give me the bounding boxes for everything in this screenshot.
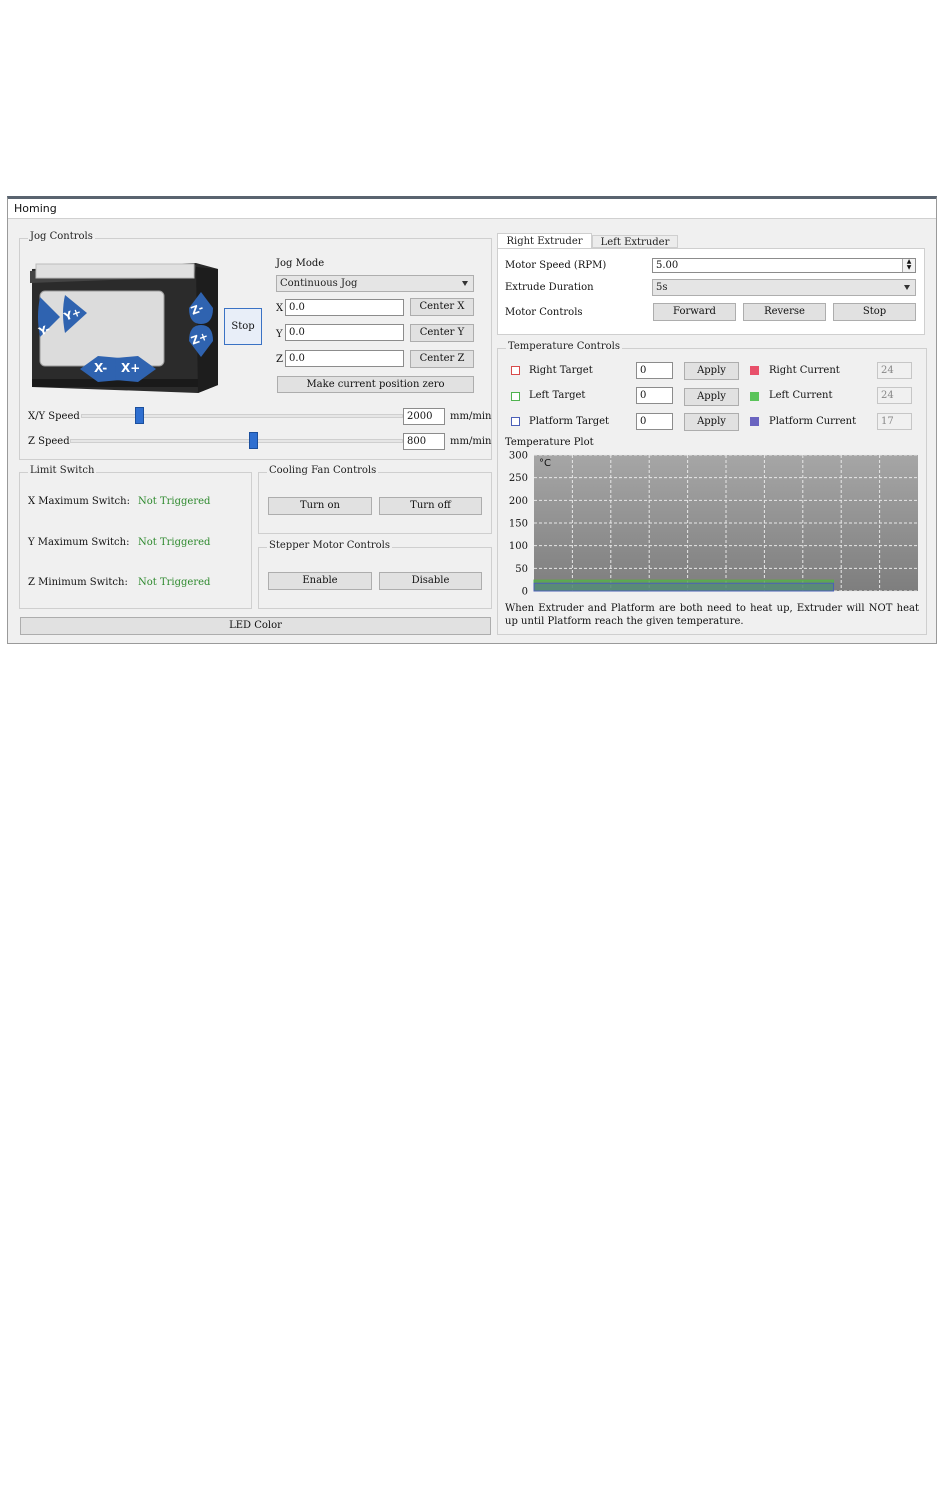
z-speed-slider-handle[interactable] [249,432,259,449]
right-apply-button[interactable]: Apply [684,362,739,380]
z-speed-unit: mm/min [450,436,492,447]
temperature-controls-title: Temperature Controls [506,341,622,352]
x-plus-label: X+ [121,361,141,375]
x-position-field[interactable]: 0.0 [285,299,404,316]
extrude-duration-select[interactable]: 5s [652,279,916,296]
platform-current-field: 17 [877,413,912,430]
center-z-button[interactable]: Center Z [410,350,474,368]
xy-speed-unit: mm/min [450,411,492,422]
jog-mode-value: Continuous Jog [280,278,358,289]
xy-speed-label: X/Y Speed [28,411,80,422]
motor-controls-label: Motor Controls [505,307,583,318]
right-current-label: Right Current [769,365,840,376]
left-target-field[interactable]: 0 [636,387,673,404]
z-speed-field[interactable]: 800 [403,433,445,450]
motor-speed-spinbox[interactable]: 5.00 ▲ ▼ [652,258,916,273]
xy-speed-slider-handle[interactable] [134,407,144,424]
temperature-plot: 300 250 200 150 100 50 0 °C [509,451,918,598]
y-max-switch-label: Y Maximum Switch: [28,537,130,548]
y-unit-label: °C [539,458,551,469]
spin-arrows-icon[interactable]: ▲ ▼ [902,259,915,272]
led-color-button[interactable]: LED Color [20,617,491,635]
limit-switch-title: Limit Switch [28,465,97,476]
y-tick-label: 50 [515,564,528,575]
y-axis-ticks: 300 250 200 150 100 50 0 [509,451,528,598]
window-title: Homing [14,202,57,215]
fan-off-button[interactable]: Turn off [379,497,482,515]
extruder-stop-button[interactable]: Stop [833,303,916,321]
platform-target-label: Platform Target [529,416,610,427]
y-tick-label: 150 [509,519,528,530]
motor-speed-value: 5.00 [656,260,679,271]
center-x-button[interactable]: Center X [410,298,474,316]
homing-window: Homing Jog Controls Y- Y+ X- X+ Z- Z+ St… [7,196,937,644]
x-axis-label: X [276,303,284,314]
reverse-button[interactable]: Reverse [743,303,826,321]
make-position-zero-button[interactable]: Make current position zero [277,376,474,393]
jog-stop-button[interactable]: Stop [224,308,262,345]
printer-lid [35,263,195,279]
x-max-switch-status: Not Triggered [138,496,211,507]
y-tick-label: 0 [522,587,528,598]
jog-controls-title: Jog Controls [28,231,95,242]
z-speed-label: Z Speed [28,436,70,447]
x-max-switch-label: X Maximum Switch: [28,496,130,507]
cooling-fan-title: Cooling Fan Controls [267,465,379,476]
left-current-field: 24 [877,387,912,404]
z-min-switch-status: Not Triggered [138,577,211,588]
left-target-label: Left Target [529,390,586,401]
left-current-color-box [750,392,759,401]
y-tick-label: 300 [509,451,528,462]
left-current-label: Left Current [769,390,833,401]
y-tick-label: 250 [509,473,528,484]
platform-current-label: Platform Current [769,416,857,427]
right-target-label: Right Target [529,365,593,376]
y-axis-label: Y [276,329,283,340]
right-current-field: 24 [877,362,912,379]
jog-mode-label: Jog Mode [276,258,325,269]
forward-button[interactable]: Forward [653,303,736,321]
left-target-color-box [511,392,520,401]
center-y-button[interactable]: Center Y [410,324,474,342]
series-area-2 [533,582,835,592]
y-max-switch-status: Not Triggered [138,537,211,548]
y-tick-label: 200 [509,496,528,507]
z-position-field[interactable]: 0.0 [285,350,404,367]
motor-speed-label: Motor Speed (RPM) [505,260,607,271]
tab-right-extruder[interactable]: Right Extruder [497,233,592,248]
right-current-color-box [750,366,759,375]
z-min-switch-label: Z Minimum Switch: [28,577,128,588]
stepper-enable-button[interactable]: Enable [268,572,372,590]
fan-on-button[interactable]: Turn on [268,497,372,515]
stepper-disable-button[interactable]: Disable [379,572,482,590]
xy-speed-field[interactable]: 2000 [403,408,445,425]
title-bar: Homing [8,199,936,219]
x-minus-label: X- [94,361,108,375]
temperature-plot-label: Temperature Plot [505,437,594,448]
y-position-field[interactable]: 0.0 [285,324,404,341]
stepper-motor-title: Stepper Motor Controls [267,540,392,551]
platform-target-field[interactable]: 0 [636,413,673,430]
y-tick-label: 100 [509,541,528,552]
tab-left-extruder[interactable]: Left Extruder [592,235,678,248]
platform-current-color-box [750,417,759,426]
plot-series [533,579,835,592]
chevron-down-icon [904,285,910,290]
jog-mode-select[interactable]: Continuous Jog [276,275,474,292]
chevron-down-icon [462,281,468,286]
extrude-duration-label: Extrude Duration [505,282,594,293]
left-apply-button[interactable]: Apply [684,388,739,406]
extrude-duration-value: 5s [656,282,668,293]
platform-target-color-box [511,417,520,426]
right-target-color-box [511,366,520,375]
z-axis-label: Z [276,354,283,365]
xy-speed-track [81,414,403,418]
z-speed-track [70,439,403,443]
right-target-field[interactable]: 0 [636,362,673,379]
heat-order-note: When Extruder and Platform are both need… [505,603,919,627]
platform-apply-button[interactable]: Apply [684,413,739,431]
